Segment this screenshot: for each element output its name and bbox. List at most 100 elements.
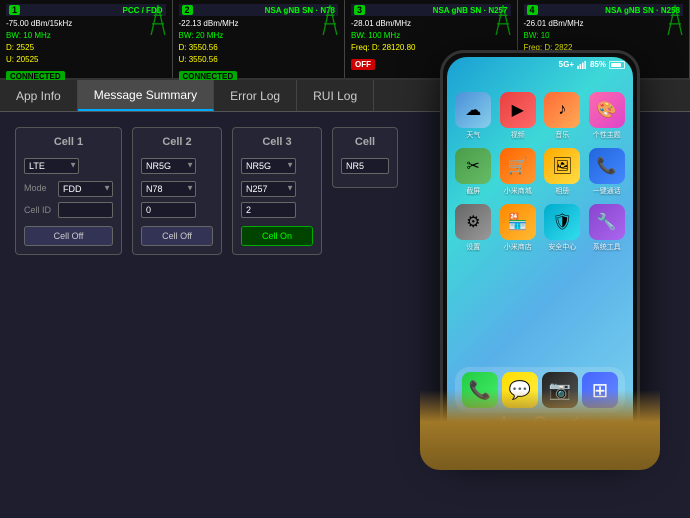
- cell-2-band-wrapper: N78 N257 N258 ▼: [141, 179, 196, 197]
- panel-3-bw: BW: 100 MHz: [351, 30, 511, 42]
- security-icon: 🛡: [544, 204, 580, 240]
- cell-3-band-wrapper: N257 N78 N258 ▼: [241, 179, 296, 197]
- theme-icon: 🎨: [589, 92, 625, 128]
- theme-label: 个性主题: [593, 130, 621, 140]
- cell-panel-4-partial: Cell NR5: [332, 127, 398, 188]
- battery-fill: [611, 63, 621, 67]
- cell-1-button[interactable]: Cell Off: [24, 226, 113, 246]
- app-weather[interactable]: ☁ 天气: [455, 92, 492, 140]
- cell-2-title: Cell 2: [141, 136, 213, 148]
- hand: [420, 390, 660, 470]
- cell-3-band-row: N257 N78 N258 ▼: [241, 179, 313, 197]
- cell-2-id-input[interactable]: [141, 202, 196, 218]
- cell-3-mode-wrapper: NR5G LTE ▼: [241, 156, 296, 174]
- settings-icon: ⚙: [455, 204, 491, 240]
- mi-store-icon: 🛒: [500, 148, 536, 184]
- cell-3-title: Cell 3: [241, 136, 313, 148]
- cell-1-id-input[interactable]: [58, 202, 113, 218]
- app-store-label: 小米商店: [504, 242, 532, 252]
- cell-2-button[interactable]: Cell Off: [141, 226, 213, 246]
- tower-icon-1: [149, 5, 167, 35]
- app-music[interactable]: ♪ 音乐: [544, 92, 581, 140]
- app-video[interactable]: ▶ 视频: [500, 92, 537, 140]
- panel-3-status: OFF: [351, 59, 375, 70]
- app-store-icon: 🏪: [500, 204, 536, 240]
- phone-mockup: 5G+ 85% ☁ 天气: [420, 50, 660, 470]
- tab-rui-log[interactable]: RUI Log: [297, 80, 374, 111]
- settings-label: 设置: [466, 242, 480, 252]
- cell-4-mode-select[interactable]: NR5: [341, 158, 389, 174]
- app-grid: ☁ 天气 ▶ 视频 ♪ 音乐 🎨 个性主题 ✂ 截屏: [447, 82, 633, 262]
- panel-1-bw: BW: 10 MHz: [6, 30, 166, 42]
- app-security[interactable]: 🛡 安全中心: [544, 204, 581, 252]
- quick-call-icon: 📞: [589, 148, 625, 184]
- app-gallery[interactable]: 🖼 相册: [544, 148, 581, 196]
- cell-4-title: Cell: [341, 136, 389, 148]
- panel-4-bw: BW: 10: [524, 30, 684, 42]
- app-app-store[interactable]: 🏪 小米商店: [500, 204, 537, 252]
- cell-2-mode-row: NR5G LTE ▼: [141, 156, 213, 174]
- mi-store-label: 小米商城: [504, 186, 532, 196]
- panel-2-number: 2: [182, 5, 193, 15]
- panel-2-power: -22.13 dBm/MHz: [179, 18, 339, 30]
- cell-4-mode-row: NR5: [341, 156, 389, 174]
- tower-icon-4: [666, 5, 684, 35]
- signal-indicator: 5G+: [559, 60, 574, 69]
- tab-app-info[interactable]: App Info: [0, 80, 78, 111]
- screenshot-label: 截屏: [466, 186, 480, 196]
- monitor-panel-1: 1 PCC / FDD -75.00 dBm/15kHz BW: 10 MHz …: [0, 0, 173, 78]
- quick-call-label: 一键通话: [593, 186, 621, 196]
- monitor-panel-2: 2 NSA gNB SN · N78 -22.13 dBm/MHz BW: 20…: [173, 0, 346, 78]
- music-icon: ♪: [544, 92, 580, 128]
- panel-2-ul: U: 3550.56: [179, 54, 339, 66]
- panel-1-header: 1 PCC / FDD: [6, 4, 166, 16]
- cell-1-id-label: Cell ID: [24, 205, 54, 215]
- cell-2-band-row: N78 N257 N258 ▼: [141, 179, 213, 197]
- weather-label: 天气: [466, 130, 480, 140]
- gallery-icon: 🖼: [544, 148, 580, 184]
- app-tools[interactable]: 🔧 系统工具: [589, 204, 626, 252]
- cell-3-mode-select[interactable]: NR5G LTE: [241, 158, 296, 174]
- cell-3-id-input[interactable]: [241, 202, 296, 218]
- tower-icon-3: [494, 5, 512, 35]
- cell-2-band-select[interactable]: N78 N257 N258: [141, 181, 196, 197]
- panel-2-bw: BW: 20 MHz: [179, 30, 339, 42]
- weather-icon: ☁: [455, 92, 491, 128]
- cell-1-duplex-wrapper: FDD TDD ▼: [58, 179, 113, 197]
- cell-1-duplex-row: Mode FDD TDD ▼: [24, 179, 113, 197]
- cell-3-band-select[interactable]: N257 N78 N258: [241, 181, 296, 197]
- cell-1-mode-label: Mode: [24, 183, 54, 193]
- panel-3-data: -28.01 dBm/MHz BW: 100 MHz Freq: D: 2812…: [351, 18, 511, 54]
- panel-1-power: -75.00 dBm/15kHz: [6, 18, 166, 30]
- panel-2-header: 2 NSA gNB SN · N78: [179, 4, 339, 16]
- panel-4-header: 4 NSA gNB SN · N258: [524, 4, 684, 16]
- panel-3-power: -28.01 dBm/MHz: [351, 18, 511, 30]
- cell-1-duplex-select[interactable]: FDD TDD: [58, 181, 113, 197]
- cell-1-mode-select[interactable]: LTE NR5G: [24, 158, 79, 174]
- cell-2-id-row: [141, 202, 213, 218]
- tools-label: 系统工具: [593, 242, 621, 252]
- tab-error-log[interactable]: Error Log: [214, 80, 297, 111]
- panel-1-dl: D: 2525: [6, 42, 166, 54]
- panel-1-ul: U: 20525: [6, 54, 166, 66]
- app-settings[interactable]: ⚙ 设置: [455, 204, 492, 252]
- tools-icon: 🔧: [589, 204, 625, 240]
- app-mi-store[interactable]: 🛒 小米商城: [500, 148, 537, 196]
- gallery-label: 相册: [555, 186, 569, 196]
- cell-1-title: Cell 1: [24, 136, 113, 148]
- app-screenshot[interactable]: ✂ 截屏: [455, 148, 492, 196]
- cell-2-mode-wrapper: NR5G LTE ▼: [141, 156, 196, 174]
- video-icon: ▶: [500, 92, 536, 128]
- cell-4-mode-wrapper: NR5: [341, 156, 389, 174]
- tab-message-summary[interactable]: Message Summary: [78, 80, 214, 111]
- panel-2-dl: D: 3550.56: [179, 42, 339, 54]
- cell-3-button[interactable]: Cell On: [241, 226, 313, 246]
- app-theme[interactable]: 🎨 个性主题: [589, 92, 626, 140]
- cell-2-mode-select[interactable]: NR5G LTE: [141, 158, 196, 174]
- cell-3-mode-row: NR5G LTE ▼: [241, 156, 313, 174]
- app-quick-call[interactable]: 📞 一键通话: [589, 148, 626, 196]
- music-label: 音乐: [555, 130, 569, 140]
- panel-3-number: 3: [354, 5, 365, 15]
- signal-bars-icon: [577, 61, 587, 69]
- cell-panel-1: Cell 1 LTE NR5G ▼ Mode FDD TDD ▼: [15, 127, 122, 255]
